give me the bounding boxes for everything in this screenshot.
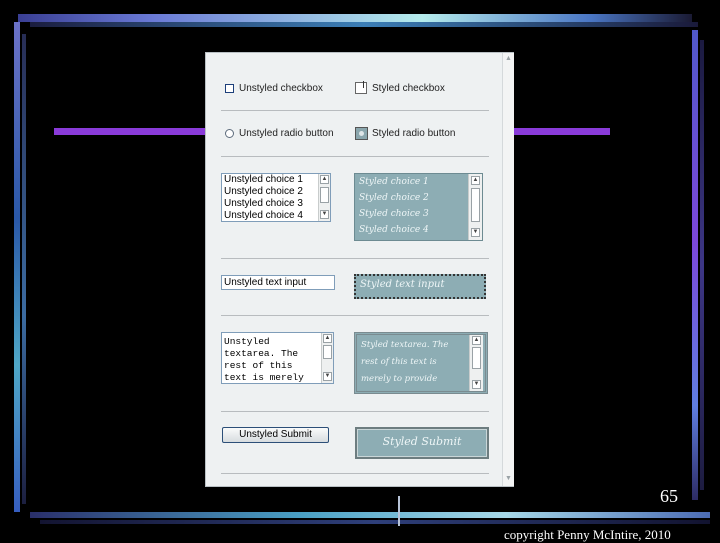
list-option[interactable]: Styled choice 4 [355,222,482,238]
unstyled-select-list[interactable]: Unstyled choice 1 Unstyled choice 2 Unst… [221,173,331,222]
unstyled-submit-button[interactable]: Unstyled Submit [222,427,329,443]
scroll-thumb[interactable] [323,345,332,359]
scroll-up-arrow-icon[interactable]: ▲ [320,175,329,184]
copyright-notice: copyright Penny McIntire, 2010 [504,527,671,542]
scroll-down-arrow-icon[interactable]: ▼ [471,228,480,237]
unstyled-checkbox[interactable] [225,84,234,93]
section-divider [221,110,489,111]
scroll-down-arrow-icon[interactable]: ▼ [323,372,332,381]
list-option[interactable]: Unstyled choice 2 [222,186,330,198]
top-decor-bar [18,14,692,22]
styled-text-input[interactable]: Styled text input [354,274,486,299]
panel-scrollbar[interactable]: ▲ ▼ [502,53,514,486]
right-decor-bar-inner [700,40,704,490]
section-divider [221,156,489,157]
bottom-divider-tick [398,496,400,526]
list-option[interactable]: Unstyled choice 3 [222,198,330,210]
unstyled-radio-label: Unstyled radio button [239,128,334,139]
list-option[interactable]: Styled choice 3 [355,206,482,222]
textarea-scrollbar[interactable]: ▲ ▼ [321,333,333,383]
styled-submit-button[interactable]: Styled Submit [355,427,489,459]
styled-textarea[interactable]: Styled textarea. The rest of this text i… [354,332,488,394]
section-divider [221,315,489,316]
scroll-down-arrow-icon[interactable]: ▼ [472,380,481,389]
list-option[interactable]: Unstyled choice 1 [222,174,330,186]
list-scrollbar[interactable]: ▲ ▼ [468,174,482,240]
top-decor-bar-inner [30,22,698,27]
scroll-thumb[interactable] [320,187,329,203]
right-decor-bar [692,30,698,500]
section-divider [221,258,489,259]
unstyled-checkbox-label: Unstyled checkbox [239,83,323,94]
scroll-up-arrow-icon[interactable]: ▲ [323,334,332,343]
styled-radio-label: Styled radio button [372,128,456,139]
list-option[interactable]: Styled choice 2 [355,190,482,206]
slide-number: 65 [660,486,678,506]
scroll-up-arrow-icon[interactable]: ▲ [471,176,480,185]
unstyled-textarea[interactable]: Unstyled textarea. The rest of this text… [221,332,334,384]
list-scrollbar[interactable]: ▲ ▼ [318,174,330,221]
left-decor-bar-inner [22,34,26,504]
bottom-decor-bar [30,512,710,518]
scroll-down-arrow-icon[interactable]: ▼ [320,210,329,219]
scroll-down-arrow-icon[interactable]: ▼ [504,474,513,484]
textarea-scrollbar[interactable]: ▲ ▼ [469,335,483,391]
scroll-thumb[interactable] [472,347,481,369]
styled-radio-button[interactable] [355,127,368,140]
styled-checkbox-label: Styled checkbox [372,83,445,94]
unstyled-radio-button[interactable] [225,129,234,138]
section-divider [221,473,489,474]
unstyled-text-input[interactable]: Unstyled text input [221,275,335,290]
styled-select-list[interactable]: Styled choice 1 Styled choice 2 Styled c… [354,173,483,241]
scroll-up-arrow-icon[interactable]: ▲ [504,54,513,64]
scroll-up-arrow-icon[interactable]: ▲ [472,336,481,345]
list-option[interactable]: Unstyled choice 4 [222,210,330,222]
browser-screenshot-panel [205,52,514,487]
section-divider [221,411,489,412]
list-option[interactable]: Styled choice 1 [355,174,482,190]
bottom-decor-bar-inner [40,520,710,524]
scroll-thumb[interactable] [471,188,480,222]
left-decor-bar [14,22,20,512]
styled-checkbox[interactable] [355,81,367,94]
